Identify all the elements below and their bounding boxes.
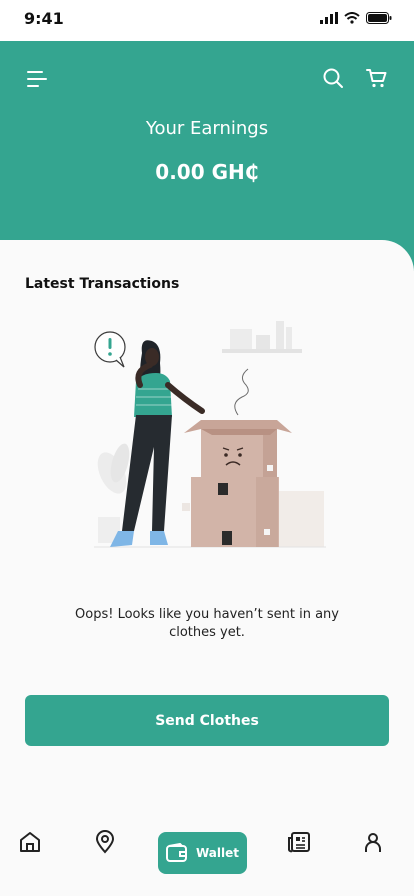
nav-profile[interactable] [361, 830, 385, 854]
earnings-value: 0.00 GH₵ [155, 160, 259, 184]
location-pin-icon [95, 830, 115, 854]
signal-icon [320, 12, 338, 24]
transactions-title: Latest Transactions [25, 276, 180, 292]
search-button[interactable] [322, 67, 344, 89]
status-bar: 9:41 [0, 0, 414, 41]
empty-state-message: Oops! Looks like you haven’t sent in any… [75, 607, 339, 640]
nav-wallet[interactable]: Wallet [158, 832, 247, 874]
empty-state-illustration [80, 315, 340, 555]
cart-button[interactable] [366, 67, 388, 89]
cart-icon [366, 69, 387, 88]
wallet-icon [165, 843, 187, 862]
profile-icon [365, 833, 381, 852]
earnings-title: Your Earnings [145, 118, 269, 139]
earnings-header [0, 41, 414, 271]
wifi-icon [344, 12, 360, 24]
search-icon [323, 68, 343, 88]
battery-icon [366, 12, 392, 24]
menu-button[interactable] [26, 68, 48, 90]
nav-location[interactable] [93, 830, 117, 854]
send-clothes-button[interactable]: Send Clothes [25, 695, 389, 746]
news-icon [288, 832, 310, 853]
nav-wallet-label: Wallet [195, 846, 239, 860]
status-icons [320, 12, 392, 24]
menu-icon [27, 71, 47, 87]
status-time: 9:41 [24, 9, 64, 28]
home-icon [20, 832, 40, 852]
nav-home[interactable] [18, 830, 42, 854]
nav-news[interactable] [287, 830, 311, 854]
app-screen: 9:41 Your Earnings 0.00 GH₵ Latest Trans… [0, 0, 414, 896]
